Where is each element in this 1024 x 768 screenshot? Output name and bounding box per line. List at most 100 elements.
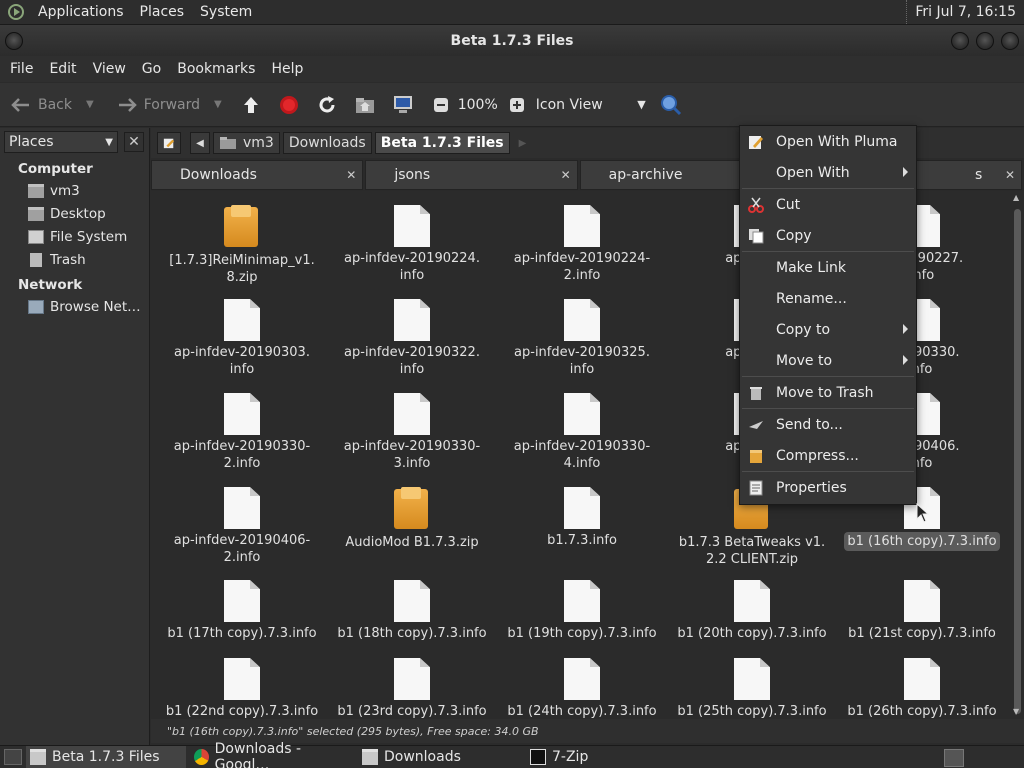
context-item-make-link[interactable]: Make Link [740,252,916,283]
forward-button[interactable]: Forward ▼ [116,94,222,116]
file-item[interactable]: b1 (21st copy).7.3.info [837,580,1007,642]
folder-icon [30,749,46,765]
close-button[interactable] [1001,32,1019,50]
home-button[interactable] [354,94,382,116]
minimize-button[interactable] [951,32,969,50]
zoom-in-button[interactable] [506,94,534,116]
context-item-open-with[interactable]: Open With [740,157,916,188]
zoom-level[interactable]: 100% [458,97,498,113]
file-item[interactable]: ap-infdev-20190303. info [157,299,327,378]
menu-file[interactable]: File [2,61,41,77]
panel-menu-applications[interactable]: Applications [30,4,132,20]
file-item[interactable]: b1 (17th copy).7.3.info [157,580,327,642]
menu-bookmarks[interactable]: Bookmarks [169,61,263,77]
clock[interactable]: Fri Jul 7, 16:15 [906,0,1024,24]
file-item[interactable]: b1.7.3.info [497,487,667,549]
file-item[interactable]: ap-infdev-20190224- 2.info [497,205,667,284]
tab-downloads[interactable]: Downloads ✕ [151,160,364,190]
window-titlebar[interactable]: Beta 1.7.3 Files [0,25,1024,56]
crumb-vm3[interactable]: vm3 [213,132,280,154]
file-item[interactable]: b1 (23rd copy).7.3.info [327,658,497,718]
file-item[interactable]: ap-infdev-20190325. info [497,299,667,378]
close-tab-icon[interactable]: ✕ [1005,168,1015,182]
file-item[interactable]: b1 (22nd copy).7.3.info [157,658,327,718]
taskbar-button[interactable]: Downloads [358,746,522,768]
context-item-move-to[interactable]: Move to [740,345,916,376]
file-name: b1 (23rd copy).7.3.info [337,704,487,718]
close-tab-icon[interactable]: ✕ [561,168,571,182]
sidebar-item-vm3[interactable]: vm3 [0,180,149,203]
file-name: ap-infdev-20190325. info [514,345,650,377]
file-item[interactable]: b1 (24th copy).7.3.info [497,658,667,718]
sidebar-close-icon[interactable]: ✕ [124,132,144,152]
context-item-open-with-pluma[interactable]: Open With Pluma [740,126,916,157]
taskbar-button[interactable]: Downloads - Googl… [190,741,354,768]
context-item-move-to-trash[interactable]: Move to Trash [740,377,916,408]
file-item[interactable]: b1 (26th copy).7.3.info [837,658,1007,718]
menu-view[interactable]: View [85,61,134,77]
path-scroll-right-icon[interactable]: ▶ [519,138,527,149]
show-desktop-icon[interactable] [4,749,22,765]
view-mode-select[interactable]: Icon View ▼ [536,97,646,113]
window-list: Beta 1.7.3 Files Downloads - Googl… Downlo… [22,741,594,768]
reload-button[interactable] [316,94,344,116]
taskbar-button[interactable]: Beta 1.7.3 Files [26,746,186,768]
vertical-scrollbar[interactable]: ▲ ▼ [1011,191,1024,718]
panel-menu-system[interactable]: System [192,4,260,20]
sidebar-item-browse-network[interactable]: Browse Net… [0,296,149,319]
menu-edit[interactable]: Edit [41,61,84,77]
crumb-current[interactable]: Beta 1.7.3 Files [374,132,510,154]
context-item-copy-to[interactable]: Copy to [740,314,916,345]
crumb-downloads[interactable]: Downloads [282,132,372,154]
file-item[interactable]: ap-infdev-20190330- 2.info [157,393,327,472]
context-item-copy[interactable]: Copy [740,220,916,251]
forward-history-dropdown-icon[interactable]: ▼ [214,99,222,110]
file-item[interactable]: ap-infdev-20190322. info [327,299,497,378]
up-button[interactable] [240,94,268,116]
sidebar-item-desktop[interactable]: Desktop [0,203,149,226]
file-item[interactable]: ap-infdev-20190406- 2.info [157,487,327,566]
file-item[interactable]: b1 (20th copy).7.3.info [667,580,837,642]
file-item[interactable]: ap-infdev-20190330- 3.info [327,393,497,472]
scrollbar-thumb[interactable] [1014,209,1021,714]
computer-button[interactable] [392,94,420,116]
file-item[interactable]: AudioMod B1.7.3.zip [327,487,497,551]
file-item[interactable]: b1 (18th copy).7.3.info [327,580,497,642]
context-item-label: Make Link [776,259,846,276]
taskbar-button[interactable]: 7-Zip [526,746,594,768]
file-item[interactable]: ap-infdev-20190330- 4.info [497,393,667,472]
context-item-rename[interactable]: Rename... [740,283,916,314]
scroll-down-icon[interactable]: ▼ [1013,707,1019,716]
tab-jsons[interactable]: jsons ✕ [365,160,578,190]
context-item-compress[interactable]: Compress... [740,440,916,471]
menu-go[interactable]: Go [134,61,169,77]
sidebar-item-trash[interactable]: Trash [0,249,149,272]
mate-menu-icon[interactable] [8,4,24,20]
trash-applet-icon[interactable] [944,749,964,767]
maximize-button[interactable] [976,32,994,50]
close-tab-icon[interactable]: ✕ [346,168,356,182]
context-item-send-to[interactable]: Send to... [740,409,916,440]
sidebar-item-file-system[interactable]: File System [0,226,149,249]
zoom-out-button[interactable] [430,94,458,116]
file-item[interactable]: b1 (25th copy).7.3.info [667,658,837,718]
path-scroll-left-button[interactable]: ◀ [190,132,210,154]
stop-button[interactable] [278,94,306,116]
window-menu-button[interactable] [5,32,23,50]
context-item-cut[interactable]: Cut [740,189,916,220]
toggle-location-entry-button[interactable] [157,132,181,154]
search-button[interactable] [660,94,688,116]
file-item[interactable]: [1.7.3]ReiMinimap_v1. 8.zip [157,205,327,286]
scroll-up-icon[interactable]: ▲ [1013,193,1019,202]
sidebar-type-select[interactable]: Places ▼ [4,131,118,153]
file-name: ap-infdev-20190406- 2.info [173,533,311,565]
context-item-properties[interactable]: Properties [740,472,916,503]
taskbar-label: Downloads - Googl… [214,741,302,768]
back-history-dropdown-icon[interactable]: ▼ [86,99,94,110]
forward-arrow-icon [116,94,138,116]
menu-help[interactable]: Help [263,61,311,77]
panel-menu-places[interactable]: Places [132,4,193,20]
back-button[interactable]: Back ▼ [10,94,94,116]
file-item[interactable]: ap-infdev-20190224. info [327,205,497,284]
file-item[interactable]: b1 (19th copy).7.3.info [497,580,667,642]
